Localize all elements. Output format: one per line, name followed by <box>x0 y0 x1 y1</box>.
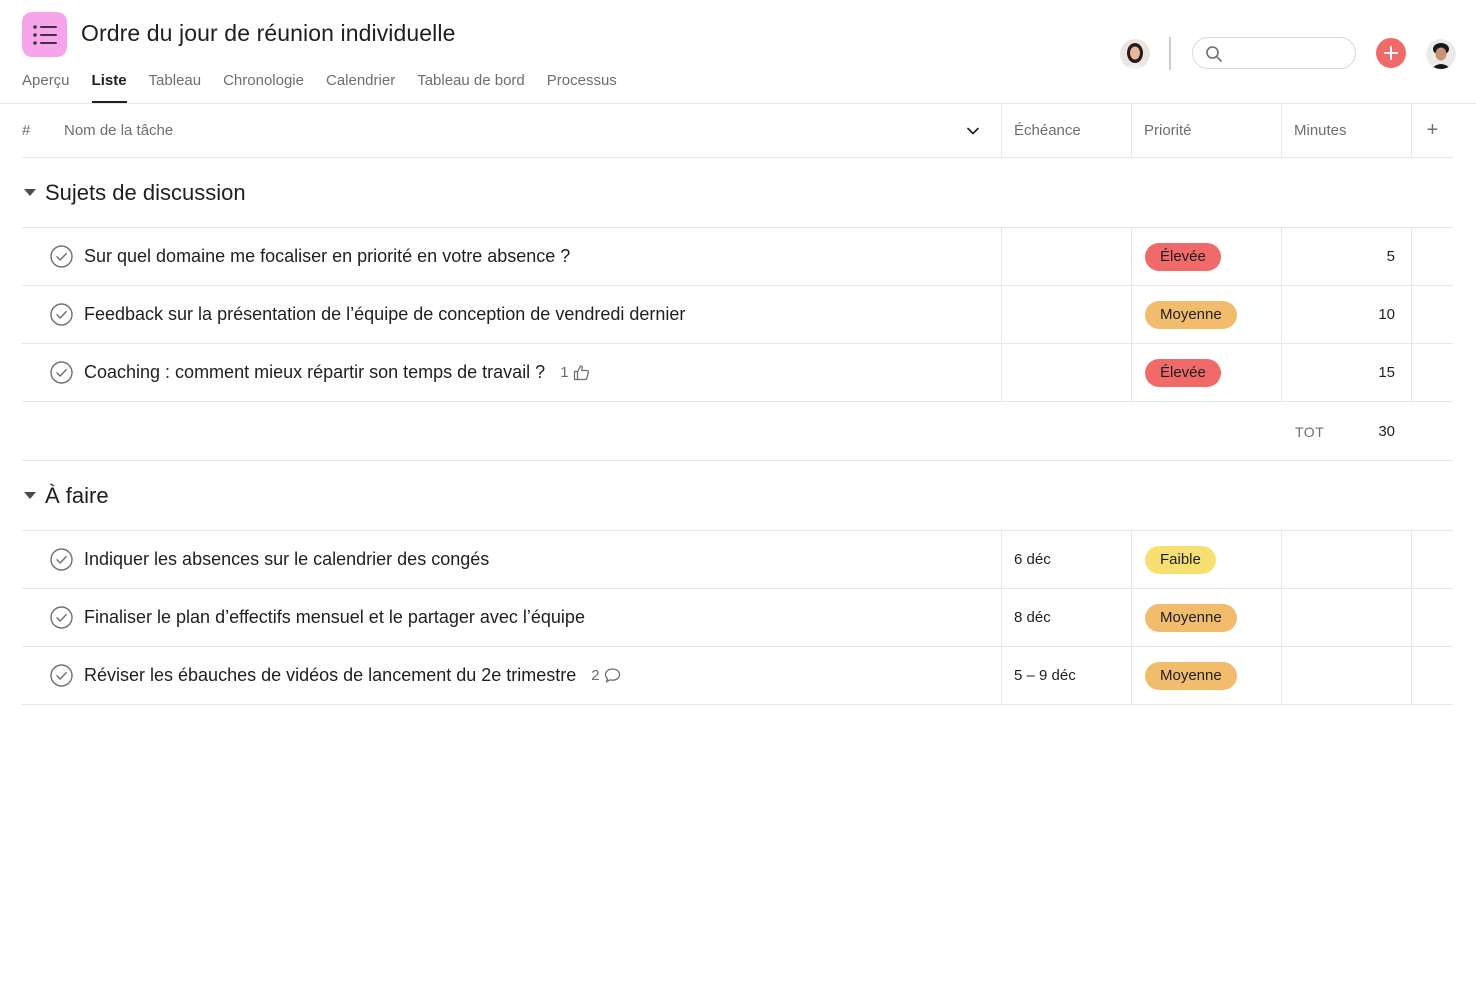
check-circle-icon[interactable] <box>50 245 73 268</box>
table-row[interactable]: Indiquer les absences sur le calendrier … <box>22 531 1453 589</box>
check-circle-icon[interactable] <box>50 303 73 326</box>
list-icon[interactable] <box>22 12 67 57</box>
section-header-discussion: Sujets de discussion <box>22 158 1453 228</box>
comment-icon <box>604 668 620 683</box>
check-circle-icon[interactable] <box>50 606 73 629</box>
like-count-value: 1 <box>560 364 569 381</box>
task-name[interactable]: Indiquer les absences sur le calendrier … <box>84 549 489 570</box>
priority-badge[interactable]: Élevée <box>1145 242 1221 271</box>
column-header-minutes[interactable]: Minutes <box>1281 104 1411 157</box>
comment-count-value: 2 <box>591 667 600 684</box>
table-row[interactable]: Feedback sur la présentation de l’équipe… <box>22 286 1453 344</box>
section-header-todo: À faire <box>22 461 1453 531</box>
priority-badge[interactable]: Élevée <box>1145 358 1221 387</box>
minutes-cell[interactable] <box>1281 589 1411 646</box>
search-input[interactable] <box>1229 43 1347 63</box>
empty-cell <box>1411 344 1453 401</box>
triangle-down-icon[interactable] <box>22 488 38 504</box>
search-box[interactable] <box>1192 37 1356 69</box>
task-name[interactable]: Finaliser le plan d’effectifs mensuel et… <box>84 607 585 628</box>
check-circle-icon[interactable] <box>50 361 73 384</box>
section-title: À faire <box>45 482 109 508</box>
minutes-cell[interactable] <box>1281 647 1411 704</box>
minutes-cell[interactable]: 15 <box>1281 344 1411 401</box>
priority-cell[interactable]: Moyenne <box>1131 286 1281 343</box>
priority-badge[interactable]: Moyenne <box>1145 603 1237 632</box>
column-header-task-name[interactable]: Nom de la tâche <box>64 104 173 157</box>
divider <box>1169 37 1171 70</box>
add-column-button[interactable]: + <box>1411 104 1453 157</box>
priority-cell[interactable]: Moyenne <box>1131 589 1281 646</box>
column-header-row: # Nom de la tâche Échéance Priorité Minu… <box>22 104 1453 158</box>
comment-count[interactable]: 2 <box>591 667 620 684</box>
priority-badge[interactable]: Moyenne <box>1145 661 1237 690</box>
page-title: Ordre du jour de réunion individuelle <box>81 20 456 46</box>
add-button[interactable] <box>1376 38 1406 68</box>
triangle-down-icon[interactable] <box>22 185 38 201</box>
empty-cell <box>1411 589 1453 646</box>
minutes-cell[interactable]: 10 <box>1281 286 1411 343</box>
due-date-cell[interactable] <box>1001 286 1131 343</box>
empty-cell <box>1411 531 1453 588</box>
thumbs-up-icon <box>573 365 589 381</box>
minutes-cell[interactable]: 5 <box>1281 228 1411 285</box>
minutes-cell[interactable] <box>1281 531 1411 588</box>
tab-processus[interactable]: Processus <box>547 62 617 103</box>
task-name[interactable]: Coaching : comment mieux répartir son te… <box>84 362 545 383</box>
empty-cell <box>1411 286 1453 343</box>
like-count[interactable]: 1 <box>560 364 589 381</box>
priority-badge[interactable]: Moyenne <box>1145 300 1237 329</box>
table-row[interactable]: Sur quel domaine me focaliser en priorit… <box>22 228 1453 286</box>
check-circle-icon[interactable] <box>50 548 73 571</box>
due-date-cell[interactable] <box>1001 228 1131 285</box>
table-row[interactable]: Réviser les ébauches de vidéos de lancem… <box>22 647 1453 705</box>
search-icon <box>1206 46 1222 62</box>
check-circle-icon[interactable] <box>50 664 73 687</box>
table-row[interactable]: Coaching : comment mieux répartir son te… <box>22 344 1453 402</box>
priority-cell[interactable]: Moyenne <box>1131 647 1281 704</box>
table-row[interactable]: Finaliser le plan d’effectifs mensuel et… <box>22 589 1453 647</box>
section-total-row: TOT 30 <box>22 403 1453 461</box>
tab-tableau-de-bord[interactable]: Tableau de bord <box>417 62 525 103</box>
tab-chronologie[interactable]: Chronologie <box>223 62 304 103</box>
empty-cell <box>1411 228 1453 285</box>
priority-badge[interactable]: Faible <box>1145 545 1216 574</box>
section-title: Sujets de discussion <box>45 179 246 205</box>
avatar[interactable] <box>1120 39 1150 69</box>
chevron-down-icon[interactable] <box>965 104 981 157</box>
priority-cell[interactable]: Faible <box>1131 531 1281 588</box>
task-name[interactable]: Sur quel domaine me focaliser en priorit… <box>84 246 570 267</box>
view-tabs: Aperçu Liste Tableau Chronologie Calendr… <box>22 62 639 103</box>
column-header-due-date[interactable]: Échéance <box>1001 104 1131 157</box>
due-date-cell[interactable]: 8 déc <box>1001 589 1131 646</box>
priority-cell[interactable]: Élevée <box>1131 228 1281 285</box>
due-date-cell[interactable]: 6 déc <box>1001 531 1131 588</box>
task-name[interactable]: Réviser les ébauches de vidéos de lancem… <box>84 665 576 686</box>
priority-cell[interactable]: Élevée <box>1131 344 1281 401</box>
due-date-cell[interactable]: 5 – 9 déc <box>1001 647 1131 704</box>
tab-calendrier[interactable]: Calendrier <box>326 62 395 103</box>
empty-cell <box>1411 647 1453 704</box>
tab-tableau[interactable]: Tableau <box>149 62 202 103</box>
tab-liste[interactable]: Liste <box>91 62 127 103</box>
plus-icon <box>1384 46 1398 60</box>
due-date-cell[interactable] <box>1001 344 1131 401</box>
tab-apercu[interactable]: Aperçu <box>22 62 70 103</box>
column-header-priority[interactable]: Priorité <box>1131 104 1281 157</box>
total-value: 30 <box>1378 423 1395 440</box>
user-avatar[interactable] <box>1426 39 1456 69</box>
project-header: Ordre du jour de réunion individuelle Ap… <box>0 0 1476 104</box>
column-header-number: # <box>22 122 31 139</box>
task-name[interactable]: Feedback sur la présentation de l’équipe… <box>84 304 685 325</box>
